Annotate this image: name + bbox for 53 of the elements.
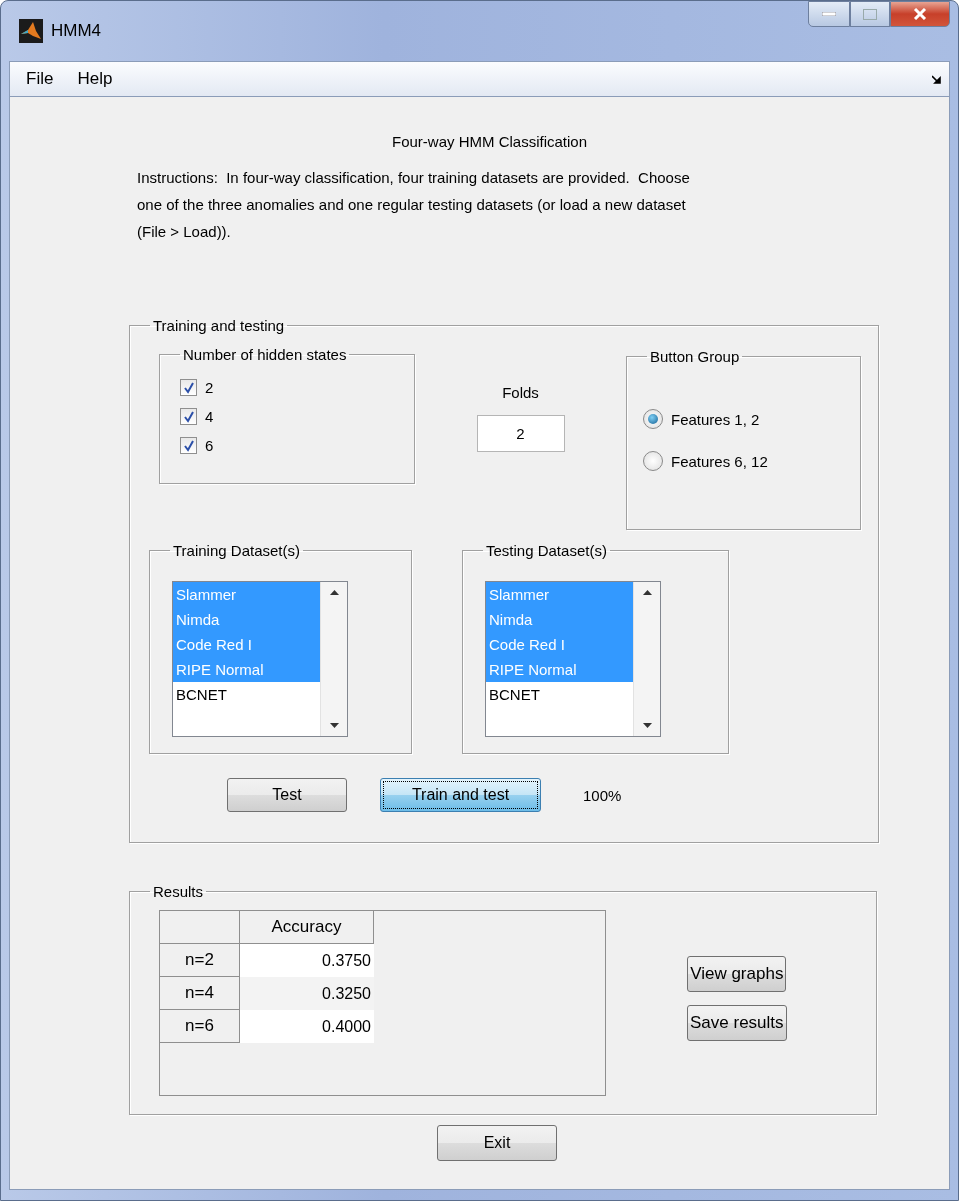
scroll-up-icon[interactable] [642, 590, 652, 595]
action-button[interactable]: Save results [687, 1005, 787, 1041]
heading: Four-way HMM Classification [390, 133, 588, 150]
window-title: HMM4 [51, 21, 103, 41]
group-label: Button Group [649, 348, 741, 365]
scrollbar[interactable] [320, 582, 347, 736]
panel-title: Results [152, 883, 205, 900]
action-button[interactable]: Test [227, 778, 347, 812]
action-button[interactable]: Train and test [380, 778, 541, 812]
listbox[interactable]: Slammer Nimda Code Red I RIPE Normal BCNET [485, 581, 661, 737]
close-icon [913, 8, 927, 20]
table-cell: 0.4000 [240, 1010, 374, 1043]
scroll-up-icon[interactable] [329, 590, 339, 595]
maximize-button[interactable] [850, 1, 890, 27]
menu-item[interactable]: Help [69, 69, 129, 89]
column-header: Accuracy [240, 911, 374, 944]
instructions-text: Instructions: In four-way classification, four training datasets are provided. Choose one of the three anomalies and one regular testing datasets (or load a new dataset (File > Load)). [137, 168, 691, 242]
group-label: Training Dataset(s) [172, 542, 301, 559]
table-cell: 0.3750 [240, 944, 374, 977]
checkbox[interactable] [180, 437, 197, 454]
scrollbar[interactable] [633, 582, 660, 736]
group-label: Number of hidden states [182, 346, 348, 363]
scroll-down-icon[interactable] [642, 723, 652, 728]
panel-title: Training and testing [152, 317, 286, 334]
radio-button[interactable] [643, 451, 663, 471]
scroll-down-icon[interactable] [329, 723, 339, 728]
list-item[interactable]: BCNET [173, 682, 320, 707]
checkbox-label: 6 [205, 437, 214, 454]
maximize-icon [863, 8, 877, 20]
field-label: Folds [502, 384, 539, 401]
exit-button[interactable]: Exit [437, 1125, 557, 1161]
checkbox[interactable] [180, 379, 197, 396]
menu-item[interactable]: File [18, 69, 70, 89]
progress-text: 100% [583, 786, 622, 804]
radio-label: Features 6, 12 [671, 452, 768, 470]
input-field[interactable]: 2 [476, 415, 565, 452]
row-header: n=6 [160, 1010, 240, 1043]
minimize-button[interactable] [808, 1, 850, 27]
minimize-icon [822, 12, 836, 16]
listbox[interactable]: Slammer Nimda Code Red I RIPE Normal BCNET [172, 581, 348, 737]
list-item[interactable]: BCNET [486, 682, 633, 707]
dock-arrow-icon[interactable] [932, 74, 941, 84]
app-logo-icon [19, 19, 43, 43]
group-label: Testing Dataset(s) [485, 542, 608, 559]
row-header: n=4 [160, 977, 240, 1010]
close-button[interactable] [890, 1, 950, 27]
radio-label: Features 1, 2 [671, 410, 760, 428]
row-header: n=2 [160, 944, 240, 977]
action-button[interactable]: View graphs [687, 956, 787, 992]
checkbox-label: 2 [205, 379, 214, 396]
checkbox[interactable] [180, 408, 197, 425]
checkbox-label: 4 [205, 408, 214, 425]
radio-button[interactable] [643, 409, 663, 429]
